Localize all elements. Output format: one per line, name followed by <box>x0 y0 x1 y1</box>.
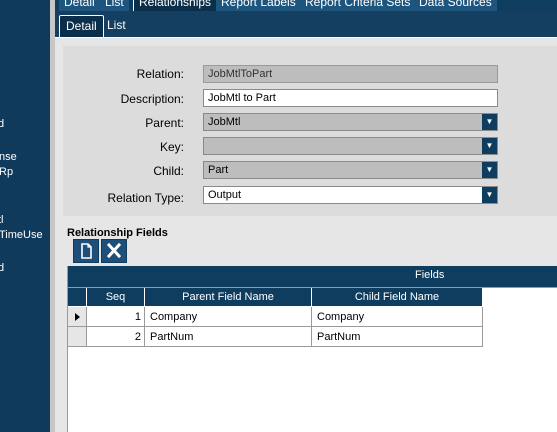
tab-detail[interactable]: Detail <box>59 0 100 11</box>
description-label: Description: <box>120 92 184 106</box>
nav-item[interactable]: Rp <box>0 166 13 178</box>
subtab-list[interactable]: List <box>101 15 132 36</box>
column-header-child-field[interactable]: Child Field Name <box>312 288 483 306</box>
new-document-icon <box>81 243 92 259</box>
delete-x-icon <box>106 242 122 259</box>
tab-relationships[interactable]: Relationships <box>133 0 218 11</box>
parent-field-cell[interactable]: PartNum <box>145 327 312 347</box>
new-button[interactable] <box>73 239 99 263</box>
column-header-parent-field[interactable]: Parent Field Name <box>145 288 312 306</box>
column-header-seq[interactable]: Seq <box>87 288 145 306</box>
chevron-down-icon[interactable]: ▼ <box>482 114 497 130</box>
chevron-down-icon[interactable]: ▼ <box>482 187 497 203</box>
key-dropdown[interactable]: ▼ <box>203 137 498 155</box>
child-value: Part <box>208 164 229 176</box>
row-indicator-icon <box>75 313 80 321</box>
tab-report-criteria-sets[interactable]: Report Criteria Sets <box>300 0 416 11</box>
nav-item[interactable]: tl <box>0 214 4 226</box>
relation-type-dropdown[interactable]: Output ▼ <box>203 186 498 204</box>
row-indicator-cell[interactable] <box>68 307 87 327</box>
child-field-cell[interactable]: Company <box>312 307 483 327</box>
nav-item[interactable]: d <box>0 118 4 130</box>
nav-item[interactable]: TimeUse <box>0 229 43 241</box>
parent-value: JobMtl <box>208 116 241 128</box>
seq-cell[interactable]: 2 <box>87 327 145 347</box>
chevron-down-icon[interactable]: ▼ <box>482 162 497 178</box>
relation-label: Relation: <box>136 67 184 81</box>
row-indicator-cell[interactable] <box>68 327 87 347</box>
left-navigation: l d nse Rp tl TimeUse d <box>0 0 50 432</box>
child-label: Child: <box>153 164 184 178</box>
nav-item[interactable]: d <box>0 262 4 274</box>
description-field[interactable]: JobMtl to Part <box>203 89 498 107</box>
main-panel: Detail List Relationships Report Labels … <box>55 0 557 432</box>
subtab-detail[interactable]: Detail <box>59 15 104 37</box>
nav-item[interactable]: nse <box>0 151 17 163</box>
parent-label: Parent: <box>145 116 184 130</box>
relation-type-value: Output <box>208 189 242 201</box>
header-indicator <box>68 288 87 306</box>
sub-tab-strip: Detail List <box>55 11 557 38</box>
parent-field-cell[interactable]: Company <box>145 307 312 327</box>
tab-report-labels[interactable]: Report Labels <box>216 0 301 11</box>
relationship-fields-title: Relationship Fields <box>67 227 168 239</box>
top-tab-strip: Detail List Relationships Report Labels … <box>55 0 557 11</box>
tab-divider <box>55 37 557 38</box>
relation-field: JobMtlToPart <box>203 65 498 83</box>
fields-band-label: Fields <box>415 269 445 281</box>
relation-detail-form: Relation: JobMtlToPart Description: JobM… <box>63 46 557 216</box>
parent-dropdown[interactable]: JobMtl ▼ <box>203 113 498 131</box>
chevron-down-icon[interactable]: ▼ <box>482 138 497 154</box>
relation-type-label: Relation Type: <box>107 191 185 205</box>
key-label: Key: <box>159 140 184 154</box>
tab-data-sources[interactable]: Data Sources <box>414 0 497 11</box>
child-field-cell[interactable]: PartNum <box>312 327 483 347</box>
tab-list[interactable]: List <box>100 0 129 11</box>
child-dropdown[interactable]: Part ▼ <box>203 161 498 179</box>
relationship-fields-grid: Fields Seq Parent Field Name Child Field… <box>67 266 557 432</box>
seq-cell[interactable]: 1 <box>87 307 145 327</box>
grid-group-band: Fields <box>68 266 557 288</box>
delete-button[interactable] <box>101 239 127 263</box>
